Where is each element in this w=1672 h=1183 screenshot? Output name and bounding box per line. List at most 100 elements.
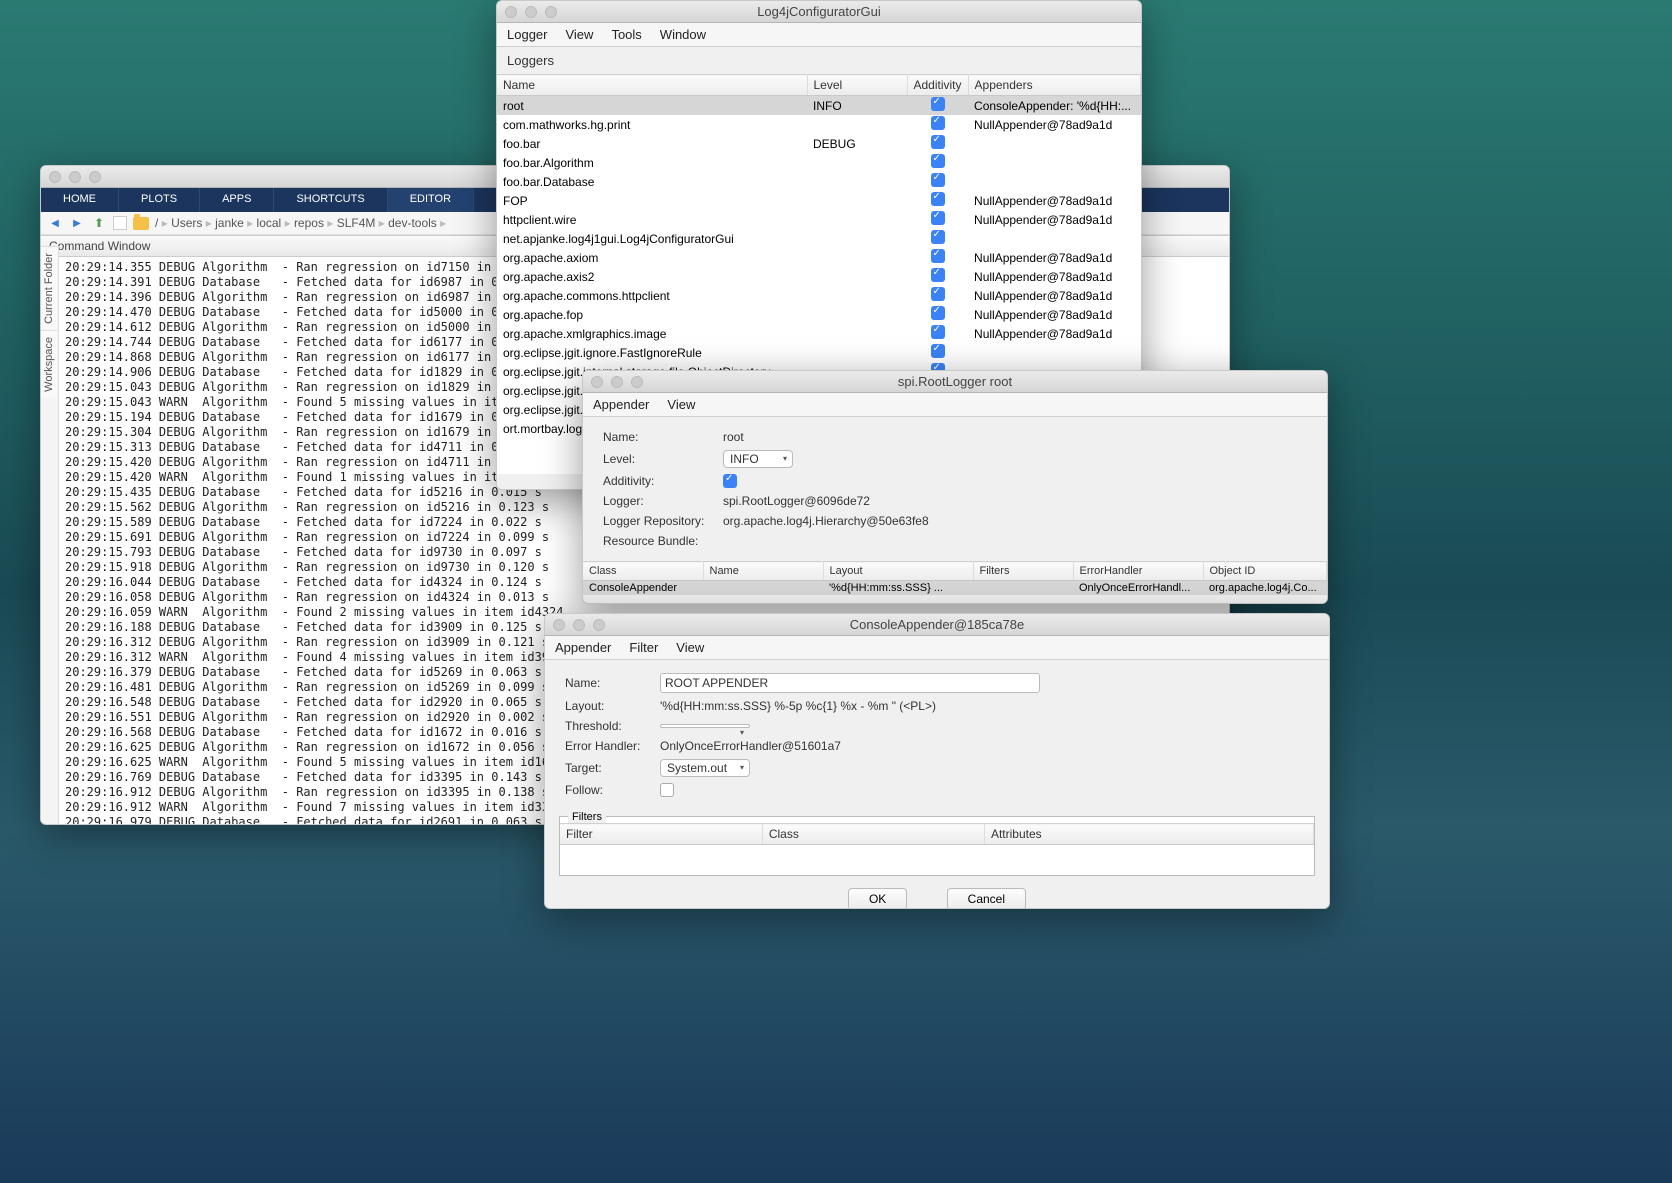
column-header[interactable]: Level [807, 75, 907, 96]
table-row[interactable]: net.apjanke.log4j1gui.Log4jConfiguratorG… [497, 229, 1141, 248]
additivity-checkbox[interactable] [931, 287, 945, 301]
ribbon-tab-editor[interactable]: EDITOR [388, 188, 474, 212]
additivity-checkbox[interactable] [931, 249, 945, 263]
sidebar-tab-workspace[interactable]: Workspace [41, 330, 57, 398]
follow-checkbox[interactable] [660, 783, 674, 797]
additivity-checkbox[interactable] [723, 474, 737, 488]
target-select[interactable]: System.out [660, 759, 750, 777]
logger-value: spi.RootLogger@6096de72 [723, 494, 870, 508]
table-row[interactable]: httpclient.wireNullAppender@78ad9a1d [497, 210, 1141, 229]
button-row: OK Cancel [545, 882, 1329, 909]
cancel-button[interactable]: Cancel [947, 888, 1026, 909]
column-header[interactable]: Layout [823, 562, 973, 581]
additivity-checkbox[interactable] [931, 306, 945, 320]
table-row[interactable]: org.eclipse.jgit.ignore.FastIgnoreRule [497, 343, 1141, 362]
menu-appender[interactable]: Appender [555, 640, 611, 655]
layout-value: '%d{HH:mm:ss.SSS} %-5p %c{1} %x - %m " (… [660, 699, 936, 713]
level-select[interactable]: INFO [723, 450, 793, 468]
table-row[interactable]: com.mathworks.hg.printNullAppender@78ad9… [497, 115, 1141, 134]
table-row[interactable]: org.apache.axiomNullAppender@78ad9a1d [497, 248, 1141, 267]
additivity-checkbox[interactable] [931, 325, 945, 339]
table-row[interactable]: foo.bar.Database [497, 172, 1141, 191]
ribbon-tab-shortcuts[interactable]: SHORTCUTS [274, 188, 387, 212]
menu-tools[interactable]: Tools [611, 27, 641, 42]
breadcrumb[interactable]: / ▸ Users ▸ janke ▸ local ▸ repos ▸ SLF4… [155, 216, 446, 230]
folder-icon[interactable] [133, 217, 149, 230]
additivity-checkbox[interactable] [931, 154, 945, 168]
menu-view[interactable]: View [565, 27, 593, 42]
column-header[interactable]: Filters [973, 562, 1073, 581]
traffic-lights[interactable] [41, 171, 101, 183]
toolbar-icon[interactable] [113, 216, 127, 230]
breadcrumb-segment[interactable]: janke [215, 216, 244, 230]
additivity-checkbox[interactable] [931, 230, 945, 244]
breadcrumb-segment[interactable]: repos [294, 216, 324, 230]
threshold-select[interactable] [660, 724, 750, 728]
forward-icon[interactable] [69, 215, 85, 231]
table-row[interactable]: rootINFOConsoleAppender: '%d{HH:... [497, 96, 1141, 116]
breadcrumb-segment[interactable]: local [257, 216, 282, 230]
breadcrumb-segment[interactable]: / [155, 216, 158, 230]
table-row[interactable]: foo.barDEBUG [497, 134, 1141, 153]
breadcrumb-segment[interactable]: SLF4M [337, 216, 376, 230]
column-header[interactable]: Name [497, 75, 807, 96]
table-row[interactable]: org.apache.commons.httpclientNullAppende… [497, 286, 1141, 305]
ribbon-tab-apps[interactable]: APPS [200, 188, 274, 212]
column-header[interactable]: Class [583, 562, 703, 581]
menu-appender[interactable]: Appender [593, 397, 649, 412]
additivity-checkbox[interactable] [931, 116, 945, 130]
window-title: spi.RootLogger root [583, 374, 1327, 389]
repo-label: Logger Repository: [603, 514, 723, 528]
column-header[interactable]: Name [703, 562, 823, 581]
table-row[interactable]: FOPNullAppender@78ad9a1d [497, 191, 1141, 210]
layout-label: Layout: [565, 699, 660, 713]
breadcrumb-segment[interactable]: dev-tools [388, 216, 437, 230]
table-row[interactable]: org.apache.axis2NullAppender@78ad9a1d [497, 267, 1141, 286]
menu-view[interactable]: View [667, 397, 695, 412]
menubar: Logger View Tools Window [497, 23, 1141, 47]
table-row[interactable]: ConsoleAppender'%d{HH:mm:ss.SSS} ...Only… [583, 581, 1327, 596]
additivity-checkbox[interactable] [931, 135, 945, 149]
sidebar-tabs: Current Folder Workspace [41, 246, 59, 824]
filters-legend: Filters [568, 811, 606, 823]
titlebar[interactable]: ConsoleAppender@185ca78e [545, 614, 1329, 636]
error-label: Error Handler: [565, 739, 660, 753]
ribbon-tab-plots[interactable]: PLOTS [119, 188, 200, 212]
additivity-checkbox[interactable] [931, 97, 945, 111]
titlebar[interactable]: Log4jConfiguratorGui [497, 1, 1141, 23]
column-header[interactable]: Additivity [907, 75, 968, 96]
column-header[interactable]: ErrorHandler [1073, 562, 1203, 581]
filters-table[interactable]: FilterClassAttributes [560, 823, 1314, 845]
sidebar-tab-current-folder[interactable]: Current Folder [41, 246, 57, 330]
menu-view[interactable]: View [676, 640, 704, 655]
threshold-label: Threshold: [565, 719, 660, 733]
menu-window[interactable]: Window [660, 27, 706, 42]
name-input[interactable]: ROOT APPENDER [660, 673, 1040, 693]
back-icon[interactable] [47, 215, 63, 231]
table-row[interactable]: org.apache.fopNullAppender@78ad9a1d [497, 305, 1141, 324]
console-appender-window: ConsoleAppender@185ca78e Appender Filter V… [544, 613, 1330, 909]
appenders-table[interactable]: ClassNameLayoutFiltersErrorHandlerObject… [583, 561, 1327, 595]
repo-value: org.apache.log4j.Hierarchy@50e63fe8 [723, 514, 929, 528]
ok-button[interactable]: OK [848, 888, 907, 909]
table-row[interactable]: org.apache.xmlgraphics.imageNullAppender… [497, 324, 1141, 343]
additivity-checkbox[interactable] [931, 173, 945, 187]
column-header[interactable]: Object ID [1203, 562, 1327, 581]
name-label: Name: [603, 430, 723, 444]
additivity-checkbox[interactable] [931, 268, 945, 282]
ribbon-tab-home[interactable]: HOME [41, 188, 119, 212]
up-folder-icon[interactable] [91, 215, 107, 231]
breadcrumb-segment[interactable]: Users [171, 216, 202, 230]
column-header[interactable]: Class [762, 824, 984, 845]
additivity-checkbox[interactable] [931, 344, 945, 358]
column-header[interactable]: Appenders [968, 75, 1140, 96]
additivity-checkbox[interactable] [931, 211, 945, 225]
column-header[interactable]: Attributes [984, 824, 1313, 845]
additivity-checkbox[interactable] [931, 192, 945, 206]
logger-label: Logger: [603, 494, 723, 508]
menu-filter[interactable]: Filter [629, 640, 658, 655]
column-header[interactable]: Filter [560, 824, 762, 845]
titlebar[interactable]: spi.RootLogger root [583, 371, 1327, 393]
table-row[interactable]: foo.bar.Algorithm [497, 153, 1141, 172]
menu-logger[interactable]: Logger [507, 27, 547, 42]
